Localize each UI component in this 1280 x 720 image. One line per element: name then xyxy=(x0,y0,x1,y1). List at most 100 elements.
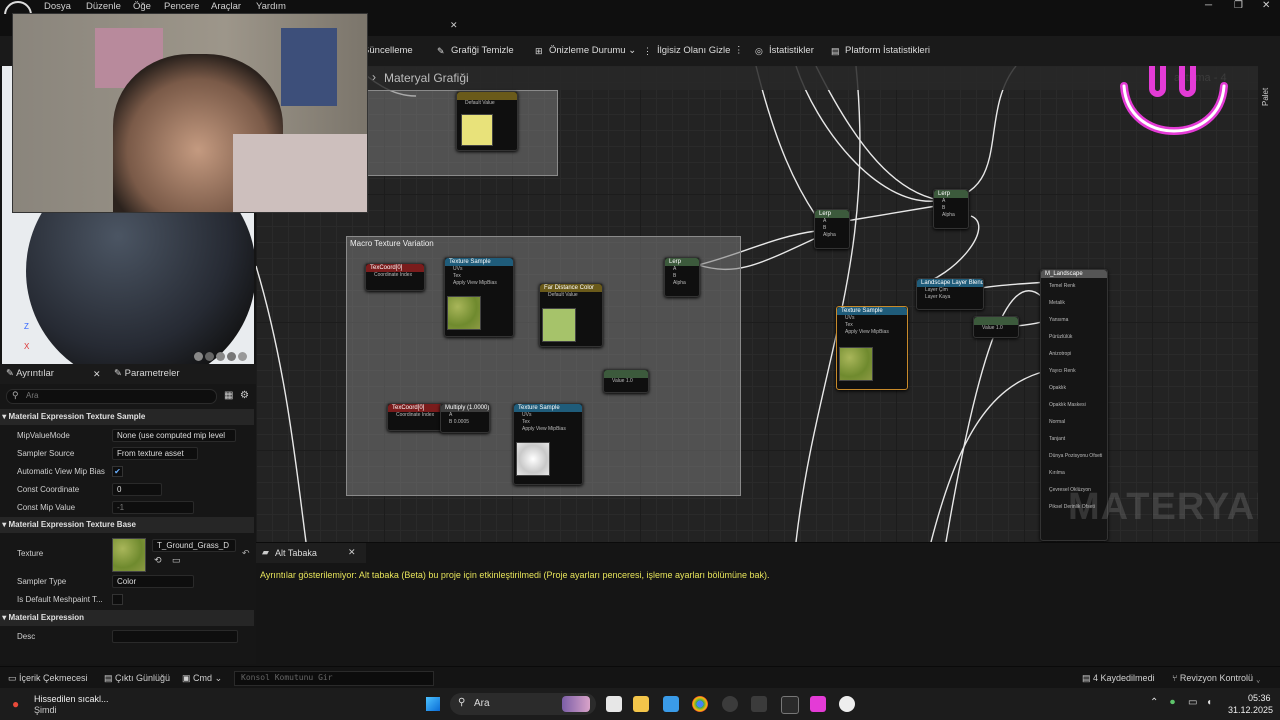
result-pin[interactable]: Opaklık Maskesi xyxy=(1041,397,1107,414)
sampler-type-dropdown[interactable]: Color xyxy=(112,575,194,588)
hide-unrelated-button[interactable]: ⋮ İlgisiz Olanı Gizle xyxy=(643,45,730,56)
mip-value-mode-dropdown[interactable]: None (use computed mip level xyxy=(112,429,236,442)
weather-text[interactable]: Hissedilen sıcakl... xyxy=(34,694,109,704)
result-pin[interactable]: Temel Renk xyxy=(1041,278,1107,295)
menu-asset[interactable]: Öğe xyxy=(133,1,151,12)
const-coordinate-field[interactable]: 0 xyxy=(112,483,162,496)
menu-edit[interactable]: Düzenle xyxy=(86,1,121,12)
texture-thumbnail[interactable] xyxy=(112,538,146,572)
output-log-button[interactable]: ▤ Çıktı Günlüğü xyxy=(104,673,170,684)
texture-sample-node-selected[interactable]: Texture Sample UVs Tex Apply View MipBia… xyxy=(836,306,908,390)
file-explorer-icon[interactable] xyxy=(633,696,649,712)
texture-sample-node[interactable]: Texture Sample UVs Tex Apply View MipBia… xyxy=(444,257,514,337)
content-drawer-button[interactable]: ▭ İçerik Çekmecesi xyxy=(8,673,88,684)
menu-file[interactable]: Dosya xyxy=(44,1,71,12)
stats-button[interactable]: ◎ İstatistikler xyxy=(755,45,814,56)
update-button[interactable]: Güncelleme xyxy=(362,45,413,56)
toolbar-more-icon[interactable]: ⋮ xyxy=(734,45,744,56)
is-default-meshpaint-checkbox[interactable] xyxy=(112,594,123,605)
settings-gear-icon[interactable]: ⚙ xyxy=(240,390,249,401)
scalar-parameter-node-2[interactable]: Value 1.0 xyxy=(973,316,1019,338)
result-pin[interactable]: Yayıcı Renk xyxy=(1041,363,1107,380)
chrome-icon[interactable] xyxy=(692,696,708,712)
const-value[interactable]: 0.0005 xyxy=(454,419,469,425)
table-view-icon[interactable]: ▦ xyxy=(224,390,233,401)
menu-tools[interactable]: Araçlar xyxy=(211,1,241,12)
close-tab-icon[interactable]: ✕ xyxy=(450,20,458,31)
result-pin[interactable]: Pürüzlülük xyxy=(1041,329,1107,346)
comment-box-macro[interactable]: Macro Texture Variation TexCoord[0] Coor… xyxy=(346,236,741,496)
clock-time[interactable]: 05:36 xyxy=(1248,693,1271,703)
minimize-icon[interactable]: ─ xyxy=(1205,0,1212,11)
preview-state-button[interactable]: ⊞ Önizleme Durumu ⌄ xyxy=(535,45,636,56)
result-pin[interactable]: Yansıma xyxy=(1041,312,1107,329)
lerp-node-2[interactable]: Lerp A B Alpha xyxy=(814,209,850,249)
reset-arrow-icon[interactable]: ↶ xyxy=(242,548,250,559)
unreal-engine-icon[interactable] xyxy=(839,696,855,712)
tab-details[interactable]: ✎ Ayrıntılar xyxy=(6,364,54,384)
folder-icon[interactable]: ▭ xyxy=(172,555,181,566)
sphere-icon[interactable] xyxy=(205,352,214,361)
result-pin[interactable]: Kırılma xyxy=(1041,465,1107,482)
mesh-icon[interactable] xyxy=(238,352,247,361)
texcoord-node[interactable]: TexCoord[0] Coordinate Index xyxy=(365,263,425,291)
revision-control-button[interactable]: ⑂ Revizyon Kontrolü ⌄ xyxy=(1172,673,1261,683)
github-icon[interactable] xyxy=(722,696,738,712)
scalar-value[interactable]: 1.0 xyxy=(626,378,633,384)
substrate-tab[interactable]: ▰ Alt Tabaka ✕ xyxy=(256,543,366,563)
start-button-icon[interactable] xyxy=(426,697,440,711)
weather-icon[interactable]: ● xyxy=(12,697,19,711)
landscape-layer-blend-node[interactable]: Landscape Layer Blend Layer Çim Layer Ka… xyxy=(916,278,984,310)
section-texture-sample[interactable]: ▾ Material Expression Texture Sample xyxy=(0,409,254,425)
material-graph[interactable]: › Materyal Grafiği aştırma - 4 Default V… xyxy=(256,66,1258,542)
lerp-node-3[interactable]: Lerp A B Alpha xyxy=(933,189,969,229)
cmd-dropdown[interactable]: ▣ Cmd ⌄ xyxy=(182,673,222,684)
streaming-app-icon[interactable] xyxy=(810,696,826,712)
result-pin[interactable]: Anizotropi xyxy=(1041,346,1107,363)
section-material-expression[interactable]: ▾ Material Expression xyxy=(0,610,254,626)
platform-stats-button[interactable]: ▤ Platform İstatistikleri xyxy=(831,45,930,56)
network-icon[interactable]: ▭ xyxy=(1188,697,1197,708)
task-view-icon[interactable] xyxy=(606,696,622,712)
const-mip-value-field[interactable]: -1 xyxy=(112,501,194,514)
volume-icon[interactable]: ◖ xyxy=(1206,697,1212,708)
taskbar-search[interactable]: ⚲ Ara xyxy=(450,693,596,715)
texcoord-node-2[interactable]: TexCoord[0] Coordinate Index xyxy=(387,403,445,431)
tab-parameters[interactable]: ✎ Parametreler xyxy=(114,364,180,384)
result-pin[interactable]: Tanjant xyxy=(1041,431,1107,448)
clock-date[interactable]: 31.12.2025 xyxy=(1228,705,1273,715)
texture-sample-node-2[interactable]: Texture Sample UVs Tex Apply View MipBia… xyxy=(513,403,583,485)
result-pin[interactable]: Dünya Pozisyonu Ofseti xyxy=(1041,448,1107,465)
auto-view-mip-bias-checkbox[interactable]: ✔ xyxy=(112,466,123,477)
result-pin[interactable]: Metalik xyxy=(1041,295,1107,312)
result-pin[interactable]: Normal xyxy=(1041,414,1107,431)
scalar-parameter-node[interactable]: Value 1.0 xyxy=(603,369,649,393)
maximize-icon[interactable]: ❐ xyxy=(1234,0,1243,11)
color-parameter-node-top[interactable]: Default Value xyxy=(456,91,518,151)
menu-help[interactable]: Yardım xyxy=(256,1,286,12)
chevron-right-icon[interactable]: › xyxy=(372,70,376,84)
search-input[interactable]: Ara xyxy=(26,391,38,400)
chevron-up-icon[interactable]: ⌃ xyxy=(1150,697,1158,708)
comment-box-top[interactable]: Default Value xyxy=(360,90,558,176)
multiply-node[interactable]: Multiply (1.0000) A B 0.0005 xyxy=(440,403,490,433)
lerp-node[interactable]: Lerp A B Alpha xyxy=(664,257,700,297)
search-box[interactable]: ⚲ Ara xyxy=(6,389,217,404)
console-input[interactable]: Konsol Komutunu Gir xyxy=(234,671,434,686)
unsaved-button[interactable]: ▤ 4 Kaydedilmedi xyxy=(1082,673,1155,684)
close-details-icon[interactable]: ✕ xyxy=(93,364,101,384)
sampler-source-dropdown[interactable]: From texture asset xyxy=(112,447,198,460)
desc-field[interactable] xyxy=(112,630,238,643)
scalar-value[interactable]: 1.0 xyxy=(996,325,1003,331)
plane-icon[interactable] xyxy=(216,352,225,361)
cylinder-icon[interactable] xyxy=(194,352,203,361)
browse-asset-icon[interactable]: ⟲ xyxy=(154,555,162,566)
section-texture-base[interactable]: ▾ Material Expression Texture Base xyxy=(0,517,254,533)
close-substrate-icon[interactable]: ✕ xyxy=(348,547,356,558)
result-pin[interactable]: Opaklık xyxy=(1041,380,1107,397)
color-parameter-node[interactable]: Far Distance Color Default Value xyxy=(539,283,603,347)
preview-shape-buttons[interactable] xyxy=(194,352,250,362)
epic-games-icon[interactable] xyxy=(781,696,799,714)
cube-icon[interactable] xyxy=(227,352,236,361)
close-window-icon[interactable]: ✕ xyxy=(1262,0,1270,11)
